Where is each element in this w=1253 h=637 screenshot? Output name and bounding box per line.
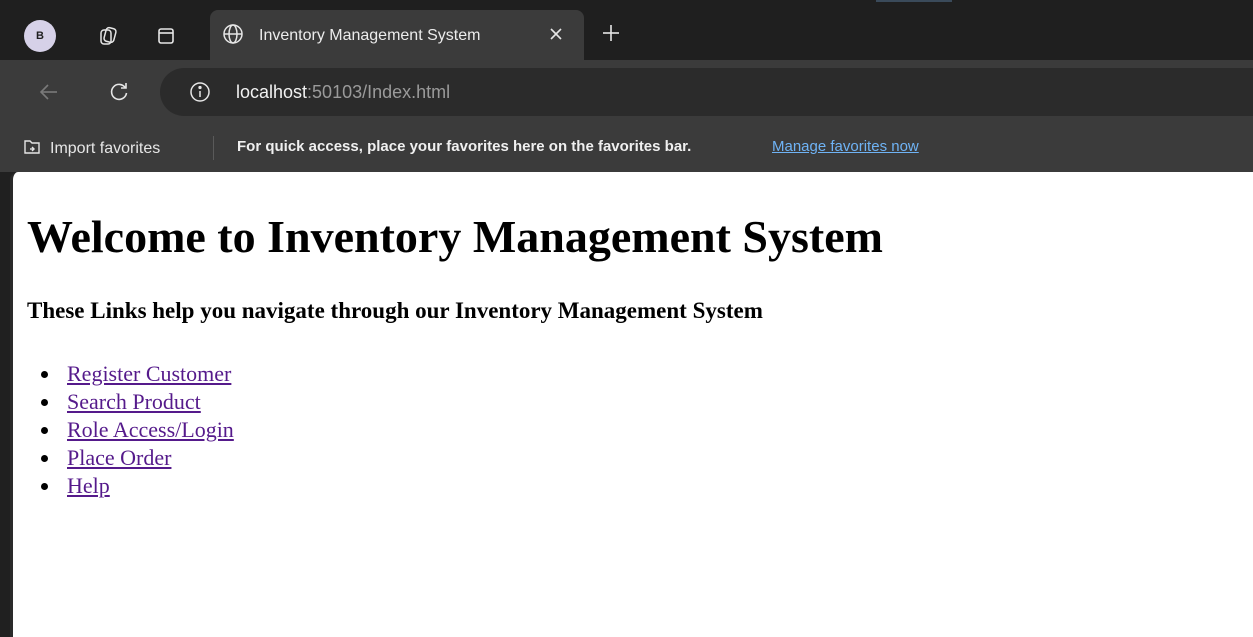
close-icon[interactable] (544, 22, 568, 46)
workspaces-icon[interactable] (92, 20, 124, 52)
favorites-bar: Import favorites For quick access, place… (0, 124, 1253, 172)
list-item: Help (41, 472, 467, 500)
navigation-bar: localhost:50103/Index.html (0, 60, 1253, 124)
profile-avatar[interactable]: B (24, 20, 56, 52)
favorites-hint: For quick access, place your favorites h… (237, 138, 692, 155)
list-item: Register Customer (41, 360, 467, 388)
bullet (41, 371, 48, 378)
page-title: Welcome to Inventory Management System (27, 211, 883, 262)
back-icon[interactable] (31, 74, 67, 110)
bullet (41, 427, 48, 434)
nav-link-list: Register Customer Search Product Role Ac… (41, 360, 467, 500)
import-favorites-button[interactable]: Import favorites (22, 136, 160, 161)
url-text[interactable]: localhost:50103/Index.html (236, 82, 450, 103)
page-viewport: Welcome to Inventory Management System T… (10, 172, 1253, 637)
import-favorites-icon (22, 136, 42, 161)
bullet (41, 399, 48, 406)
favorites-divider (213, 136, 214, 160)
refresh-icon[interactable] (101, 74, 137, 110)
info-icon[interactable] (188, 80, 212, 109)
register-customer-link[interactable]: Register Customer (67, 361, 231, 386)
help-link[interactable]: Help (67, 473, 110, 498)
import-favorites-label: Import favorites (50, 139, 161, 157)
tab-title: Inventory Management System (259, 27, 481, 44)
bullet (41, 455, 48, 462)
manage-favorites-link[interactable]: Manage favorites now (772, 138, 919, 155)
list-item: Role Access/Login (41, 416, 467, 444)
bullet (41, 483, 48, 490)
search-product-link[interactable]: Search Product (67, 389, 201, 414)
tab-active[interactable]: Inventory Management System (210, 10, 584, 60)
role-access-login-link[interactable]: Role Access/Login (67, 417, 234, 442)
page-subtitle: These Links help you navigate through ou… (27, 298, 763, 323)
url-host: localhost (236, 82, 308, 102)
place-order-link[interactable]: Place Order (67, 445, 171, 470)
new-tab-icon[interactable] (596, 18, 626, 48)
tab-strip-accent (876, 0, 952, 2)
list-item: Search Product (41, 388, 467, 416)
globe-icon (221, 22, 245, 51)
address-bar[interactable]: localhost:50103/Index.html (160, 68, 1253, 116)
tab-actions-icon[interactable] (150, 20, 182, 52)
list-item: Place Order (41, 444, 467, 472)
url-path: :50103/Index.html (307, 82, 451, 102)
tab-strip: B Inventory Management System (0, 0, 1253, 60)
